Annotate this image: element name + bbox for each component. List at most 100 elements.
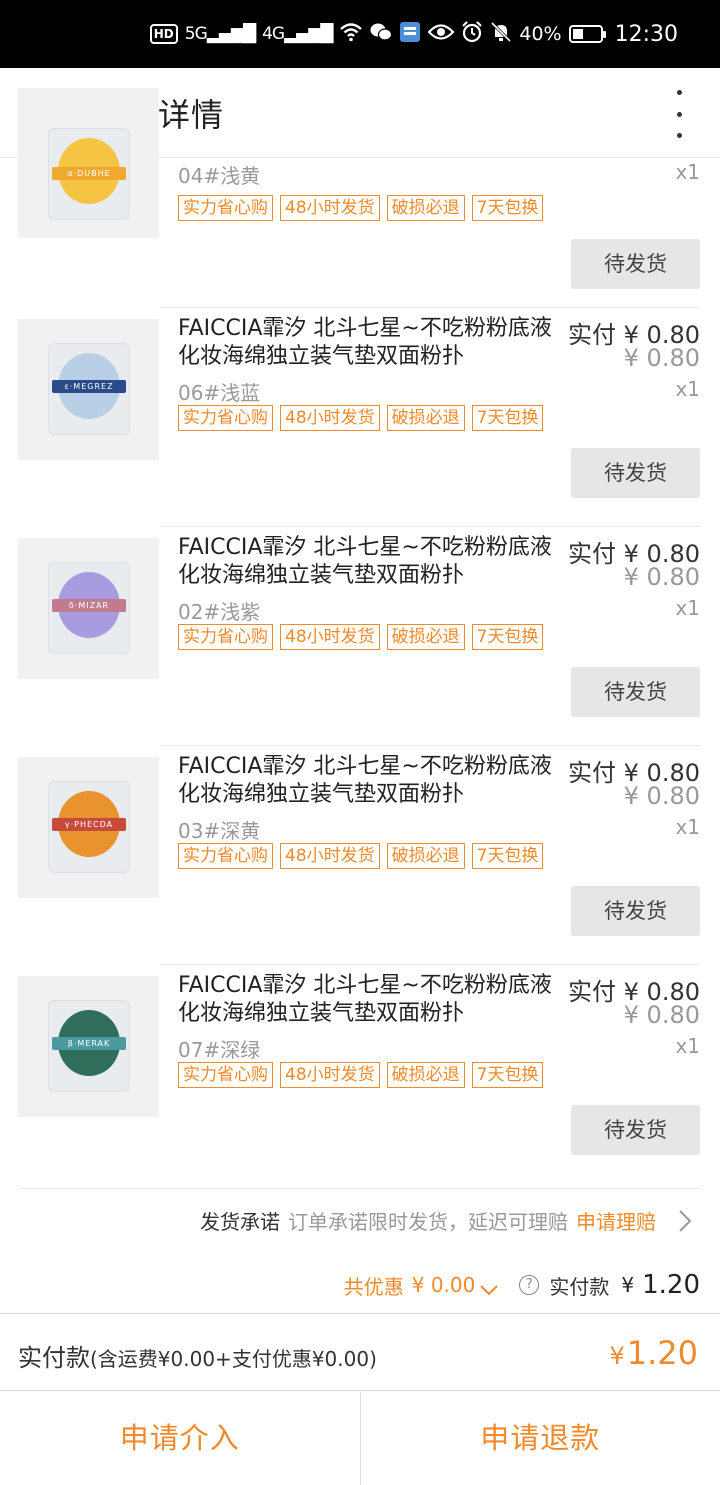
eye-icon [427, 23, 455, 46]
chevron-down-icon[interactable] [479, 1278, 499, 1296]
promise-label: 发货承诺 [200, 1210, 280, 1234]
service-tag: 7天包换 [471, 624, 544, 650]
status-button[interactable]: 待发货 [571, 1105, 700, 1155]
request-intervention-button[interactable]: 申请介入 [0, 1392, 360, 1485]
product-thumbnail[interactable]: γ·PHECDA [18, 757, 159, 898]
service-tag: 48小时发货 [280, 624, 380, 650]
chevron-right-icon[interactable] [678, 1209, 692, 1233]
puff-band: α·DUBHE [52, 167, 126, 180]
wechat-icon [370, 22, 393, 47]
divider [160, 745, 700, 746]
discount-label[interactable]: 共优惠 [344, 1271, 404, 1300]
service-tags: 实力省心购 48小时发货 破损必退 7天包换 [178, 624, 544, 650]
payment-detail: (含运费¥0.00+支付优惠¥0.00) [90, 1347, 377, 1371]
battery-percent: 40% [519, 23, 562, 45]
original-price: ¥ 0.80 [623, 1001, 700, 1029]
battery-icon [568, 25, 606, 43]
payment-label: 实付款(含运费¥0.00+支付优惠¥0.00) [18, 1338, 377, 1373]
payment-line: 实付款(含运费¥0.00+支付优惠¥0.00) ¥1.20 [0, 1313, 720, 1391]
product-thumbnail[interactable]: δ·MIZAR [18, 538, 159, 679]
divider [160, 307, 700, 308]
service-tag: 破损必退 [386, 843, 465, 869]
service-tag: 破损必退 [386, 195, 465, 221]
service-tag: 破损必退 [386, 1062, 465, 1088]
product-title[interactable]: FAICCIA霏汐 北斗七星~不吃粉粉底液化妆海绵独立装气垫双面粉扑 [178, 972, 563, 1028]
clock: 12:30 [614, 21, 678, 47]
alarm-icon [461, 20, 483, 48]
sku-label: 04#浅黄 [178, 164, 261, 188]
summary-row: 共优惠 ¥ 0.00 ? 实付款 ¥ 1.20 [344, 1270, 700, 1300]
service-tags: 实力省心购 48小时发货 破损必退 7天包换 [178, 1062, 544, 1088]
product-title[interactable]: FAICCIA霏汐 北斗七星~不吃粉粉底液化妆海绵独立装气垫双面粉扑 [178, 753, 563, 809]
service-tag: 破损必退 [386, 624, 465, 650]
service-tag: 48小时发货 [280, 1062, 380, 1088]
status-button[interactable]: 待发货 [571, 239, 700, 289]
status-button[interactable]: 待发货 [571, 667, 700, 717]
shipping-promise[interactable]: 发货承诺 订单承诺限时发货，延迟可理赔 申请理赔 [0, 1188, 720, 1248]
service-tag: 7天包换 [471, 843, 544, 869]
payment-total-value: 1.20 [626, 1334, 698, 1372]
service-tag: 48小时发货 [280, 195, 380, 221]
status-bar: HD 5G▂▄▆█ 4G▂▄▆█ 40% 12:30 [0, 0, 720, 68]
paid-total-label: 实付款 [549, 1274, 610, 1299]
puff-band: γ·PHECDA [52, 818, 126, 831]
payment-total: ¥1.20 [609, 1334, 698, 1372]
quantity: x1 [675, 596, 700, 620]
discount-value[interactable]: ¥ 0.00 [412, 1273, 476, 1297]
promise-row[interactable]: 发货承诺 订单承诺限时发货，延迟可理赔 申请理赔 [200, 1206, 692, 1235]
bottom-actions: 申请介入 申请退款 [0, 1392, 720, 1485]
quantity: x1 [675, 160, 700, 184]
hd-icon: HD [149, 24, 178, 44]
order-item[interactable]: γ·PHECDA FAICCIA霏汐 北斗七星~不吃粉粉底液化妆海绵独立装气垫双… [0, 745, 720, 964]
request-refund-button[interactable]: 申请退款 [361, 1392, 720, 1485]
status-icons: HD 5G▂▄▆█ 4G▂▄▆█ 40% [149, 20, 606, 48]
service-tag: 实力省心购 [178, 843, 273, 869]
service-tag: 7天包换 [471, 195, 544, 221]
product-thumbnail[interactable]: α·DUBHE [18, 88, 159, 238]
price-summary: 共优惠 ¥ 0.00 ? 实付款 ¥ 1.20 [0, 1266, 720, 1312]
product-thumbnail[interactable]: β·MERAK [18, 976, 159, 1117]
service-tag: 破损必退 [386, 405, 465, 431]
currency-symbol: ¥ [609, 1342, 625, 1370]
battery-fill [572, 29, 583, 39]
product-thumbnail[interactable]: ε·MEGREZ [18, 319, 159, 460]
service-tags: 实力省心购 48小时发货 破损必退 7天包换 [178, 843, 544, 869]
sku-label: 02#浅紫 [178, 600, 261, 624]
sku-label: 03#深黄 [178, 819, 261, 843]
order-item[interactable]: α·DUBHE 04#浅黄 x1 实力省心购 48小时发货 破损必退 7天包换 … [0, 88, 720, 307]
signal-4g-label: 4G [262, 24, 285, 44]
product-title[interactable]: FAICCIA霏汐 北斗七星~不吃粉粉底液化妆海绵独立装气垫双面粉扑 [178, 534, 563, 590]
help-icon[interactable]: ? [519, 1275, 540, 1295]
sku-label: 06#浅蓝 [178, 381, 261, 405]
more-options-icon[interactable] [672, 90, 686, 138]
mute-icon [490, 21, 512, 48]
claim-link[interactable]: 申请理赔 [576, 1206, 656, 1235]
promise-text: 订单承诺限时发货，延迟可理赔 [288, 1210, 568, 1234]
divider [160, 526, 700, 527]
status-button[interactable]: 待发货 [571, 886, 700, 936]
order-item[interactable]: δ·MIZAR FAICCIA霏汐 北斗七星~不吃粉粉底液化妆海绵独立装气垫双面… [0, 526, 720, 745]
service-tag: 48小时发货 [280, 843, 380, 869]
service-tag: 7天包换 [471, 405, 544, 431]
product-title[interactable]: FAICCIA霏汐 北斗七星~不吃粉粉底液化妆海绵独立装气垫双面粉扑 [178, 315, 563, 371]
status-button[interactable]: 待发货 [571, 448, 700, 498]
divider [160, 964, 700, 965]
quantity: x1 [675, 377, 700, 401]
service-tag: 实力省心购 [178, 405, 273, 431]
service-tag: 实力省心购 [178, 1062, 273, 1088]
currency-symbol: ¥ [621, 1273, 635, 1297]
divider [18, 1188, 702, 1189]
service-tags: 实力省心购 48小时发货 破损必退 7天包换 [178, 405, 544, 431]
paid-total-value: 1.20 [642, 1270, 700, 1300]
signal-5g-icon: 5G▂▄▆█ [184, 24, 256, 44]
order-item[interactable]: ε·MEGREZ FAICCIA霏汐 北斗七星~不吃粉粉底液化妆海绵独立装气垫双… [0, 307, 720, 526]
quantity: x1 [675, 1034, 700, 1058]
signal-4g-icon: 4G▂▄▆█ [262, 24, 333, 44]
puff-band: δ·MIZAR [52, 599, 126, 612]
order-item[interactable]: β·MERAK FAICCIA霏汐 北斗七星~不吃粉粉底液化妆海绵独立装气垫双面… [0, 964, 720, 1183]
wifi-icon [339, 22, 363, 47]
service-tag: 7天包换 [471, 1062, 544, 1088]
service-tag: 实力省心购 [178, 195, 273, 221]
service-tag: 48小时发货 [280, 405, 380, 431]
sku-label: 07#深绿 [178, 1038, 261, 1062]
